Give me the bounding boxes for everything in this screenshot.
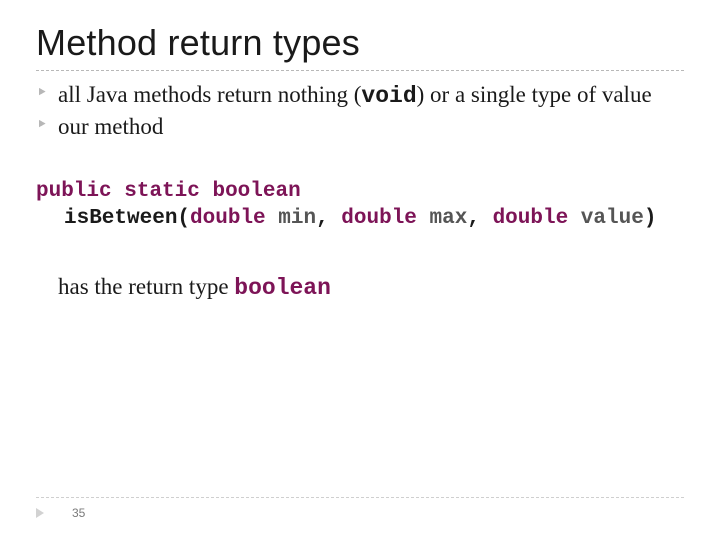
keyword-boolean: boolean — [212, 180, 300, 203]
comma: , — [316, 207, 341, 230]
param-name: max — [417, 207, 467, 230]
keyword-public: public — [36, 180, 112, 203]
code-text — [112, 180, 125, 203]
page-number: 35 — [72, 506, 85, 520]
keyword-double: double — [341, 207, 417, 230]
inline-code: void — [361, 83, 416, 109]
bullet-text: all Java methods return nothing ( — [58, 82, 361, 107]
closing-text: has the return type boolean — [58, 274, 684, 301]
bullet-text: our method — [58, 114, 163, 139]
slide-title: Method return types — [36, 22, 684, 64]
triangle-icon — [36, 508, 44, 518]
paren: ( — [177, 207, 190, 230]
param-name: value — [568, 207, 644, 230]
closing-pre: has the return type — [58, 274, 234, 299]
keyword-boolean: boolean — [234, 275, 331, 301]
bullet-list: all Java methods return nothing (void) o… — [36, 81, 684, 142]
code-block: public static boolean isBetween(double m… — [36, 178, 684, 233]
paren: ) — [644, 207, 657, 230]
bullet-text: ) or a single type of value — [417, 82, 652, 107]
method-name: isBetween — [64, 207, 177, 230]
code-text — [200, 180, 213, 203]
keyword-double: double — [190, 207, 266, 230]
code-line: public static boolean — [36, 178, 684, 205]
bullet-item: all Java methods return nothing (void) o… — [36, 81, 684, 111]
keyword-double: double — [493, 207, 569, 230]
slide: Method return types all Java methods ret… — [0, 0, 720, 540]
bullet-item: our method — [36, 113, 684, 142]
footer-divider — [36, 497, 684, 498]
param-name: min — [266, 207, 316, 230]
code-line: isBetween(double min, double max, double… — [36, 205, 684, 232]
comma: , — [467, 207, 492, 230]
title-divider — [36, 70, 684, 71]
slide-footer: 35 — [36, 497, 684, 522]
keyword-static: static — [124, 180, 200, 203]
